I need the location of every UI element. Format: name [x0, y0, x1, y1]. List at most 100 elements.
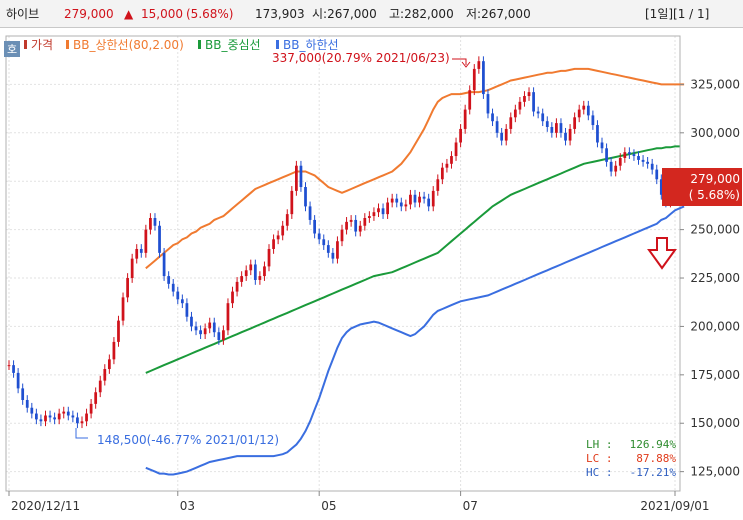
y-tick-label: 125,000 [690, 465, 740, 479]
candle-body [518, 101, 522, 110]
candle-body [30, 407, 34, 414]
candle-body [158, 225, 161, 253]
candle-body [354, 219, 358, 232]
candle-body [409, 194, 412, 205]
price-change-pct: (5.68%) [186, 7, 234, 21]
candle-body [313, 219, 317, 234]
candle-body [281, 225, 285, 236]
current-price-pct: ( 5.68%) [689, 188, 740, 202]
candle-body [340, 229, 344, 242]
candle-body [135, 248, 139, 259]
current-price-box: 279,000 ( 5.68%) [662, 168, 742, 206]
candle-body [304, 187, 307, 207]
candle-body [16, 372, 20, 389]
candle-body [632, 154, 636, 157]
high-price: 고:282,000 [389, 7, 454, 21]
candle-body [331, 252, 335, 259]
candle-body [89, 403, 93, 414]
x-axis: 2020/12/11 03 05 07 2021/09/01 [8, 491, 710, 513]
price-change: 15,000 [141, 7, 183, 21]
candle-body [285, 214, 289, 226]
candle-body [57, 413, 61, 420]
candle-body [71, 415, 75, 418]
candle-body [126, 278, 129, 298]
candle-body [386, 202, 389, 215]
candle-body [194, 326, 198, 331]
period-page-selector[interactable]: [1일][1 / 1] [645, 0, 709, 28]
chart-grid [6, 36, 680, 491]
candle-body [103, 369, 107, 381]
candle-body [299, 165, 303, 188]
candle-body [322, 239, 326, 246]
bb-mid-line [145, 145, 680, 374]
candle-body [381, 208, 385, 215]
x-tick-label: 2021/09/01 [640, 499, 709, 513]
candle-body [614, 165, 618, 172]
candle-body [345, 221, 348, 230]
candle-body [290, 190, 294, 215]
candle-body [390, 198, 394, 203]
volume: 173,903 [255, 7, 305, 21]
candle-body [80, 421, 84, 424]
candle-body [440, 167, 444, 180]
candle-body [527, 92, 531, 97]
stat-lc-value: 87.88% [636, 452, 676, 465]
candle-body [107, 359, 111, 370]
candle-body [240, 276, 244, 282]
candle-body [212, 322, 216, 333]
legend-bb-upper: BB_상한선(80,2.00) [73, 38, 184, 52]
open-price: 시:267,000 [312, 7, 377, 21]
candle-body [463, 109, 467, 129]
candle-body [76, 417, 79, 424]
low-price: 저:267,000 [466, 7, 531, 21]
stat-hc-value: -17.21% [630, 466, 677, 479]
candle-body [445, 163, 449, 168]
candle-body [623, 152, 627, 158]
candle-body [500, 132, 504, 141]
candle-body [573, 117, 577, 129]
change-up-icon: ▲ [124, 7, 134, 21]
y-tick-label: 175,000 [690, 368, 740, 382]
x-tick-label: 05 [321, 499, 336, 513]
candle-body [628, 152, 631, 155]
candle-body [650, 163, 654, 170]
legend-price-swatch [24, 40, 27, 49]
candle-body [144, 229, 148, 253]
candle-body [167, 276, 171, 284]
candle-body [404, 204, 408, 207]
bb-upper-line [145, 67, 685, 270]
candle-body [263, 266, 266, 277]
candle-body [532, 92, 535, 112]
candle-body [34, 413, 38, 420]
y-tick-label: 300,000 [690, 126, 740, 140]
candle-body [149, 218, 152, 230]
candle-body [564, 132, 567, 141]
candle-body [44, 415, 47, 422]
stat-hc-label: HC : [586, 466, 613, 479]
candle-body [399, 202, 403, 207]
candle-body [450, 156, 453, 164]
candle-body [231, 291, 234, 304]
y-tick-label: 325,000 [690, 77, 740, 91]
y-tick-label: 200,000 [690, 319, 740, 333]
candle-body [267, 248, 271, 267]
candle-body [491, 113, 494, 122]
candle-body [66, 411, 70, 416]
candle-body [609, 161, 613, 172]
candle-body [454, 142, 458, 157]
candle-body [112, 341, 116, 360]
y-tick-label: 225,000 [690, 271, 740, 285]
candle-body [308, 206, 312, 220]
candle-body [418, 196, 421, 203]
candle-body [117, 320, 120, 342]
candle-body [468, 90, 472, 110]
candle-body [472, 68, 476, 91]
candle-body [550, 127, 554, 133]
candle-body [358, 225, 362, 232]
candle-body [395, 198, 399, 203]
candle-body [431, 190, 435, 207]
current-price-label: 279,000 [690, 172, 740, 186]
candle-body [208, 322, 212, 329]
candle-body [641, 159, 645, 162]
x-tick-label: 07 [463, 499, 478, 513]
